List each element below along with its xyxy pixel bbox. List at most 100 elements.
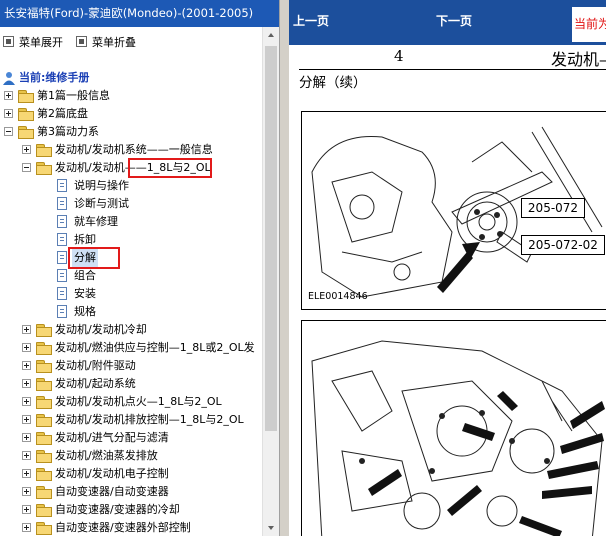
document-icon [57, 179, 67, 192]
expand-toggle-icon[interactable] [22, 505, 31, 514]
expand-toggle-icon[interactable] [22, 343, 31, 352]
folder-icon [36, 342, 52, 355]
tree-item-part2[interactable]: 第2篇底盘 [0, 105, 262, 123]
left-panel: 长安福特(Ford)-蒙迪欧(Mondeo)-(2001-2005) 菜单展开 … [0, 0, 279, 536]
expand-toggle-icon[interactable] [22, 379, 31, 388]
collapse-menu-button[interactable]: 菜单折叠 [76, 35, 136, 51]
tree-item-label: 发动机/发动机冷却 [55, 323, 147, 336]
expand-toggle-icon[interactable] [22, 361, 31, 370]
tree-scrollbar[interactable] [262, 27, 279, 536]
expand-toggle-icon[interactable] [22, 469, 31, 478]
tree-item-engine-electronic[interactable]: 发动机/发动机电子控制 [0, 465, 262, 483]
callout-tool-205-072-02: 205-072-02 [521, 235, 605, 255]
expand-toggle-icon[interactable] [22, 325, 31, 334]
page-number: 4 [394, 47, 404, 65]
callout-tool-205-072: 205-072 [521, 198, 585, 218]
tree-item-part3[interactable]: 第3篇动力系 [0, 123, 262, 141]
expand-toggle-icon[interactable] [22, 451, 31, 460]
folder-icon [36, 468, 52, 481]
tree-item-label: 发动机/附件驱动 [55, 359, 136, 372]
folder-icon [36, 432, 52, 445]
figure-engine-camshaft: 205-072 205-072-02 ELE0014846 [301, 111, 606, 310]
engine-timing-cover-illustration [311, 340, 605, 536]
tree-item-engine-cooling[interactable]: 发动机/发动机冷却 [0, 321, 262, 339]
collapse-toggle-icon[interactable] [22, 163, 31, 172]
scroll-thumb[interactable] [265, 46, 277, 431]
tree-item-label: 诊断与测试 [74, 197, 129, 210]
document-icon [57, 287, 67, 300]
expand-toggle-icon[interactable] [22, 145, 31, 154]
document-icon [57, 233, 67, 246]
figure-engine-timing-cover [301, 320, 606, 536]
document-icon [57, 197, 67, 210]
scroll-down-button[interactable] [263, 519, 279, 536]
highlight-box-engine [128, 158, 212, 178]
folder-icon [36, 360, 52, 373]
tree-item-installation[interactable]: 安装 [0, 285, 262, 303]
next-page-button[interactable]: 下一页 [436, 12, 472, 29]
tree-item-label: 发动机/发动机系统——一般信息 [55, 143, 213, 156]
tree-item-label: 就车修理 [74, 215, 118, 228]
tree-item-label: 自动变速器/变速器外部控制 [55, 521, 191, 534]
document-icon [57, 251, 67, 264]
tree-item-description[interactable]: 说明与操作 [0, 177, 262, 195]
prev-page-button[interactable]: 上一页 [293, 12, 329, 29]
expand-toggle-icon[interactable] [22, 415, 31, 424]
document-icon [57, 269, 67, 282]
tree-item-label: 发动机/发动机点火—1_8L与2_OL [55, 395, 222, 408]
expand-menu-button[interactable]: 菜单展开 [3, 35, 63, 51]
tree-item-intake[interactable]: 发动机/进气分配与滤清 [0, 429, 262, 447]
tree-item-in-vehicle-repair[interactable]: 就车修理 [0, 213, 262, 231]
document-icon [57, 305, 67, 318]
tree-item-assembly[interactable]: 组合 [0, 267, 262, 285]
chapter-title: 发动机— [551, 50, 606, 69]
scroll-up-button[interactable] [263, 27, 279, 44]
tree-item-diagnosis[interactable]: 诊断与测试 [0, 195, 262, 213]
tree-item-disassembly[interactable]: 分解 [0, 249, 262, 267]
expand-toggle-icon[interactable] [22, 487, 31, 496]
tree-item-auto-trans[interactable]: 自动变速器/自动变速器 [0, 483, 262, 501]
tree-item-label: 发动机/燃油供应与控制—1_8L或2_OL发 [55, 341, 255, 354]
collapse-toggle-icon[interactable] [4, 127, 13, 136]
section-subtitle: 分解（续） [299, 75, 367, 91]
tree-item-label: 安装 [74, 287, 96, 300]
expand-toggle-icon[interactable] [4, 109, 13, 118]
folder-icon [36, 450, 52, 463]
tree-item-part1[interactable]: 第1篇一般信息 [0, 87, 262, 105]
collapse-icon [76, 36, 87, 47]
expand-toggle-icon[interactable] [22, 397, 31, 406]
expand-icon [3, 36, 14, 47]
tree-item-label: 发动机/发动机电子控制 [55, 467, 169, 480]
expand-toggle-icon[interactable] [4, 91, 13, 100]
tree-item-label: 第3篇动力系 [37, 125, 99, 138]
expand-toggle-icon[interactable] [22, 433, 31, 442]
tree-item-starting-system[interactable]: 发动机/起动系统 [0, 375, 262, 393]
user-icon [3, 72, 15, 85]
tree-item-engine-general[interactable]: 发动机/发动机系统——一般信息 [0, 141, 262, 159]
panel-splitter[interactable] [279, 0, 289, 536]
folder-icon [18, 90, 34, 103]
tree-item-fuel-supply[interactable]: 发动机/燃油供应与控制—1_8L或2_OL发 [0, 339, 262, 357]
tree-item-label: 自动变速器/变速器的冷却 [55, 503, 180, 516]
tree-item-trans-cooling[interactable]: 自动变速器/变速器的冷却 [0, 501, 262, 519]
expand-toggle-icon[interactable] [22, 523, 31, 532]
tree-item-accessory-drive[interactable]: 发动机/附件驱动 [0, 357, 262, 375]
highlight-box-disassembly [68, 247, 120, 269]
folder-icon [36, 486, 52, 499]
tree-item-label: 第2篇底盘 [37, 107, 88, 120]
tree-item-label: 发动机/起动系统 [55, 377, 136, 390]
tree-item-trans-external[interactable]: 自动变速器/变速器外部控制 [0, 519, 262, 536]
folder-icon [36, 144, 52, 157]
expand-menu-label: 菜单展开 [19, 36, 63, 49]
tree-item-specifications[interactable]: 规格 [0, 303, 262, 321]
tree-item-ignition[interactable]: 发动机/发动机点火—1_8L与2_OL [0, 393, 262, 411]
manual-title: 长安福特(Ford)-蒙迪欧(Mondeo)-(2001-2005) [4, 6, 254, 20]
tree-item-removal[interactable]: 拆卸 [0, 231, 262, 249]
folder-icon [36, 324, 52, 337]
document-icon [57, 215, 67, 228]
manual-title-bar: 长安福特(Ford)-蒙迪欧(Mondeo)-(2001-2005) [0, 0, 279, 27]
folder-icon [36, 396, 52, 409]
menu-toolbar: 菜单展开 菜单折叠 [0, 27, 262, 59]
tree-item-evap-emission[interactable]: 发动机/燃油蒸发排放 [0, 447, 262, 465]
tree-item-emission-control[interactable]: 发动机/发动机排放控制—1_8L与2_OL [0, 411, 262, 429]
